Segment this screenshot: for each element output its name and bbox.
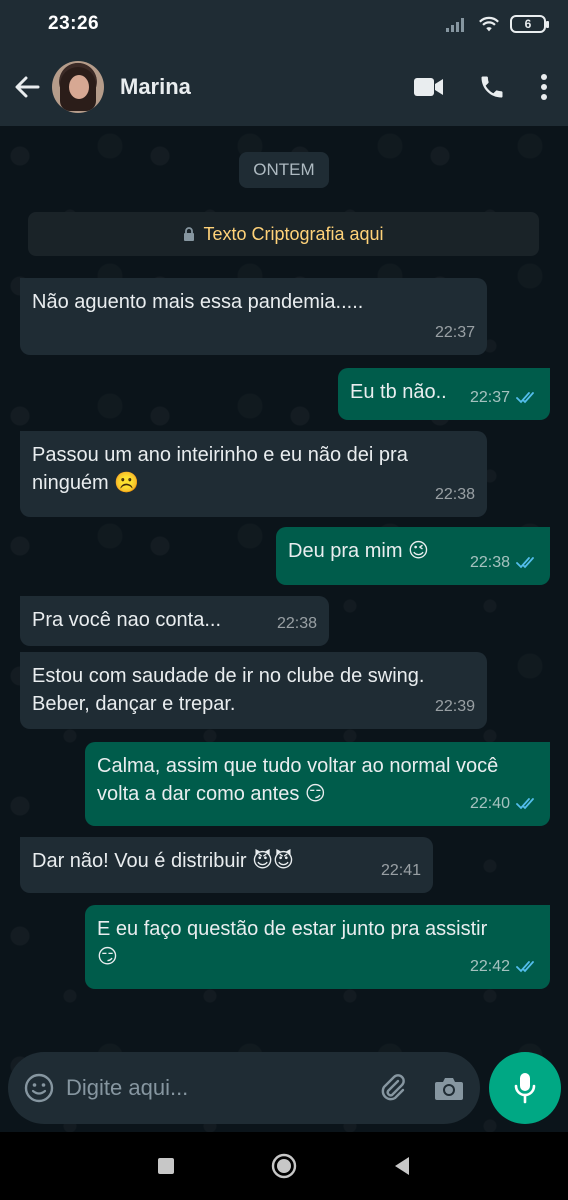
- lock-icon: [184, 226, 195, 241]
- double-check-icon: [516, 961, 534, 973]
- double-check-icon: [516, 798, 534, 810]
- message-time: 22:38: [276, 615, 317, 632]
- message-time: 22:40: [469, 795, 510, 812]
- message-time: 22:41: [380, 862, 421, 879]
- message-time: 22:37: [469, 389, 510, 406]
- message-text: Dar não! Vou é distribuir 😈😈: [32, 850, 294, 872]
- encryption-notice[interactable]: Texto Criptografia aqui: [28, 212, 539, 256]
- message-outgoing[interactable]: Eu tb não.. 22:37: [338, 368, 550, 420]
- signal-icon: [446, 18, 464, 32]
- phone-call-icon[interactable]: [478, 73, 506, 101]
- clock: 23:26: [48, 13, 100, 34]
- arrow-left-icon: [15, 76, 40, 98]
- voice-message-button[interactable]: [489, 1052, 561, 1124]
- message-incoming[interactable]: Estou com saudade de ir no clube de swin…: [20, 652, 487, 729]
- message-text: Passou um ano inteirinho e eu não dei pr…: [32, 444, 408, 494]
- message-time: 22:37: [434, 324, 475, 341]
- message-outgoing[interactable]: Calma, assim que tudo voltar ao normal v…: [85, 742, 550, 826]
- home-icon[interactable]: [271, 1153, 297, 1179]
- battery-level: 6: [524, 17, 532, 31]
- date-divider: ONTEM: [239, 152, 329, 188]
- wifi-icon: [479, 16, 499, 32]
- message-incoming[interactable]: Dar não! Vou é distribuir 😈😈 22:41: [20, 837, 433, 893]
- camera-icon[interactable]: [434, 1075, 464, 1101]
- encryption-text: Texto Criptografia aqui: [203, 223, 384, 244]
- more-options-icon[interactable]: [540, 73, 548, 101]
- status-bar: 23:26 6: [0, 0, 568, 48]
- back-button[interactable]: [12, 72, 42, 102]
- date-label: ONTEM: [253, 160, 315, 179]
- double-check-icon: [516, 557, 534, 569]
- message-incoming[interactable]: Passou um ano inteirinho e eu não dei pr…: [20, 431, 487, 517]
- message-text: Estou com saudade de ir no clube de swin…: [32, 665, 425, 715]
- emoji-icon[interactable]: [24, 1073, 54, 1103]
- contact-name[interactable]: Marina: [120, 74, 191, 100]
- message-outgoing[interactable]: Deu pra mim 😉 22:38: [276, 527, 550, 585]
- message-incoming[interactable]: Não aguento mais essa pandemia..... 22:3…: [20, 278, 487, 355]
- message-composer: Digite aqui...: [8, 1052, 480, 1124]
- message-time: 22:38: [434, 486, 475, 503]
- message-text: Não aguento mais essa pandemia.....: [32, 291, 364, 313]
- message-text: Pra você nao conta...: [32, 609, 222, 631]
- recents-icon[interactable]: [157, 1157, 175, 1175]
- message-input[interactable]: Digite aqui...: [66, 1075, 188, 1101]
- back-nav-icon[interactable]: [393, 1156, 411, 1176]
- chat-header: Marina: [0, 48, 568, 126]
- battery-icon: 6: [510, 15, 549, 33]
- attach-icon[interactable]: [378, 1073, 408, 1103]
- video-call-icon[interactable]: [414, 76, 444, 98]
- message-time: 22:38: [469, 554, 510, 571]
- message-incoming[interactable]: Pra você nao conta... 22:38: [20, 596, 329, 646]
- double-check-icon: [516, 392, 534, 404]
- message-outgoing[interactable]: E eu faço questão de estar junto pra ass…: [85, 905, 550, 989]
- message-time: 22:39: [434, 698, 475, 715]
- status-icons: 6: [446, 15, 549, 33]
- system-nav-bar: [0, 1132, 568, 1200]
- microphone-icon: [514, 1073, 536, 1104]
- chat-area[interactable]: ONTEM Texto Criptografia aqui Não aguent…: [0, 126, 568, 1132]
- message-time: 22:42: [469, 958, 510, 975]
- avatar[interactable]: [52, 61, 104, 113]
